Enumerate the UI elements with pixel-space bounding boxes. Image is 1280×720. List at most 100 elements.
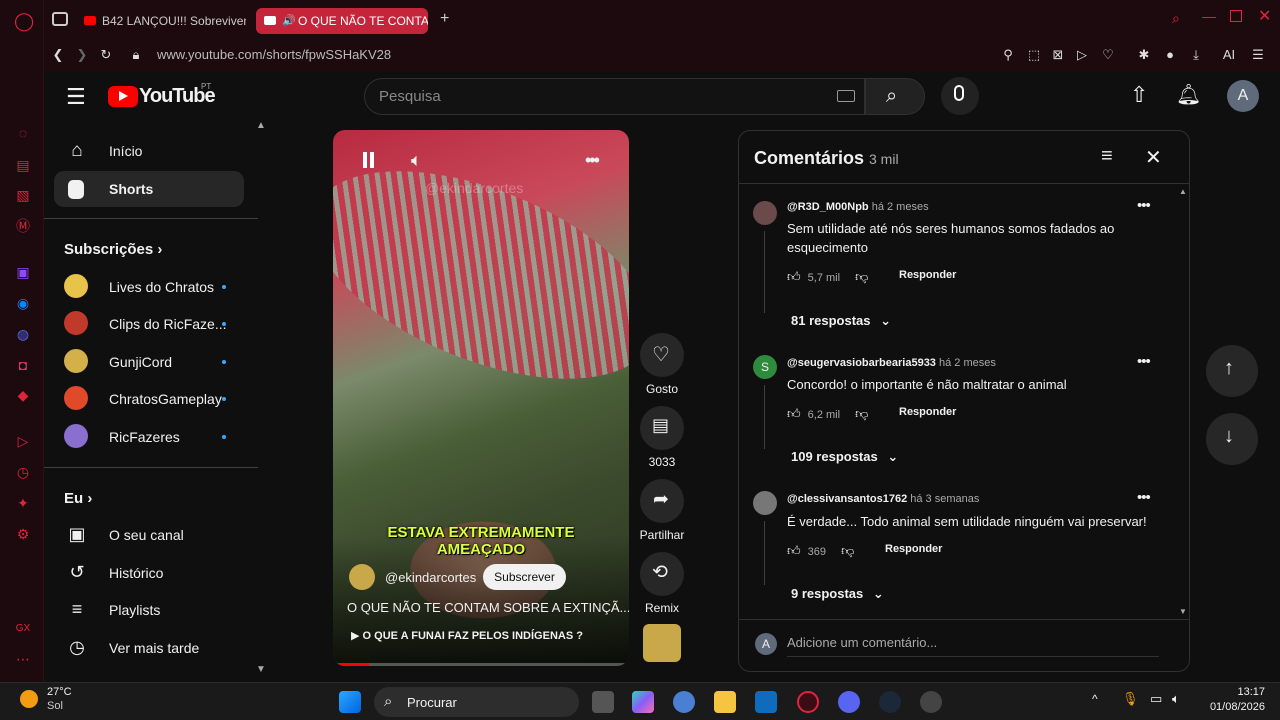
thumbs-down-icon[interactable]: 👎︎ bbox=[855, 406, 868, 421]
close-window-icon[interactable]: ✕ bbox=[1258, 6, 1271, 26]
thumbs-up-icon[interactable]: 👍︎ bbox=[787, 406, 801, 421]
ai-button[interactable]: AI bbox=[1216, 47, 1242, 63]
clock-icon[interactable]: ◷ bbox=[14, 463, 32, 481]
share-button[interactable]: ➦ bbox=[640, 479, 684, 523]
upload-icon[interactable]: ⇧ bbox=[1130, 82, 1148, 108]
voice-search-button[interactable] bbox=[941, 77, 979, 115]
comments-button[interactable]: ▤ bbox=[640, 406, 684, 450]
subscribe-button[interactable]: Subscrever bbox=[483, 564, 566, 590]
sub-item[interactable]: GunjiCord bbox=[54, 344, 244, 380]
weather-temp[interactable]: 27°C bbox=[47, 686, 72, 698]
snapshot-icon[interactable]: ⬚ bbox=[1026, 47, 1042, 63]
sun-icon[interactable] bbox=[20, 690, 38, 708]
short-video[interactable]: 🔈︎ ••• @ekindarcortes ESTAVA EXTREMAMENT… bbox=[333, 130, 629, 666]
youtube-logo-icon[interactable] bbox=[108, 86, 138, 107]
workspaces-icon[interactable] bbox=[52, 12, 68, 26]
scroll-up-icon[interactable]: ▲ bbox=[1179, 187, 1187, 196]
sub-item[interactable]: Lives do Chratos bbox=[54, 269, 244, 305]
reload-icon[interactable]: ↻ bbox=[98, 47, 114, 63]
sub-item[interactable]: RicFazeres bbox=[54, 419, 244, 455]
scroll-down-icon[interactable]: ▼ bbox=[1179, 607, 1187, 616]
nav-shorts[interactable]: Shorts bbox=[54, 171, 244, 207]
profile-icon[interactable]: ● bbox=[1162, 47, 1178, 63]
sort-icon[interactable]: ≡ bbox=[1101, 145, 1113, 168]
account-avatar[interactable]: A bbox=[1227, 80, 1259, 112]
nav-your-channel[interactable]: ▣ O seu canal bbox=[54, 517, 244, 553]
aria-icon[interactable]: ◌ bbox=[14, 124, 32, 142]
player-icon[interactable]: ▷ bbox=[14, 432, 32, 450]
comment-author[interactable]: @R3D_M00Npb há 2 meses bbox=[787, 201, 929, 213]
file-explorer-icon[interactable] bbox=[714, 691, 736, 713]
comment-author[interactable]: @clessivansantos1762 há 3 semanas bbox=[787, 493, 979, 505]
forward-icon[interactable]: ❯ bbox=[74, 47, 90, 63]
extensions-icon[interactable]: ✦ bbox=[14, 494, 32, 512]
reply-button[interactable]: Responder bbox=[885, 543, 942, 555]
maximize-icon[interactable] bbox=[1230, 10, 1242, 22]
gx-icon[interactable]: GX bbox=[14, 620, 32, 638]
app-icon[interactable] bbox=[920, 691, 942, 713]
avatar[interactable] bbox=[753, 491, 777, 515]
reply-button[interactable]: Responder bbox=[899, 406, 956, 418]
twitch-icon[interactable]: ▣ bbox=[14, 263, 32, 281]
add-comment-input[interactable]: Adicione um comentário... bbox=[787, 635, 1159, 657]
audio-thumbnail[interactable] bbox=[643, 624, 681, 662]
instagram-icon[interactable]: ◘ bbox=[14, 356, 32, 374]
close-icon[interactable]: ✕ bbox=[1145, 145, 1162, 170]
m-icon[interactable]: Ⓜ bbox=[14, 217, 32, 235]
thumbs-down-icon[interactable]: 👎︎ bbox=[855, 269, 868, 284]
chevron-up-icon[interactable]: ^ bbox=[1092, 692, 1098, 706]
sub-item[interactable]: ChratosGameplay bbox=[54, 381, 244, 417]
avatar[interactable] bbox=[753, 201, 777, 225]
more-options-icon[interactable]: ••• bbox=[585, 150, 600, 171]
taskbar-search[interactable]: ⌕ Procurar bbox=[374, 687, 579, 717]
comment-menu-icon[interactable]: ••• bbox=[1137, 489, 1151, 506]
discord-icon[interactable] bbox=[838, 691, 860, 713]
clock-date[interactable]: 01/08/2026 bbox=[1196, 701, 1265, 713]
download-icon[interactable]: ⤓ bbox=[1188, 47, 1204, 63]
hamburger-icon[interactable]: ☰ bbox=[66, 84, 86, 110]
nav-history[interactable]: ↺ Histórico bbox=[54, 555, 244, 591]
play-icon[interactable]: ▷ bbox=[1074, 47, 1090, 63]
search-input[interactable]: Pesquisa bbox=[364, 78, 865, 115]
keyboard-icon[interactable] bbox=[837, 90, 855, 102]
reply-button[interactable]: Responder bbox=[899, 269, 956, 281]
short-title[interactable]: O QUE NÃO TE CONTAM SOBRE A EXTINÇÃ... bbox=[347, 600, 629, 615]
task-view-icon[interactable] bbox=[592, 691, 614, 713]
replies-toggle[interactable]: 81 respostas ⌄ bbox=[791, 313, 891, 329]
settings-app-icon[interactable] bbox=[673, 691, 695, 713]
ublock-icon[interactable]: ◆ bbox=[14, 386, 32, 404]
you-header[interactable]: Eu › bbox=[64, 490, 92, 507]
channel-avatar[interactable] bbox=[349, 564, 375, 590]
avatar[interactable]: S bbox=[753, 355, 777, 379]
replies-toggle[interactable]: 109 respostas ⌄ bbox=[791, 449, 898, 465]
url-field[interactable]: www.youtube.com/shorts/fpwSSHaKV28 bbox=[157, 44, 391, 66]
copilot-icon[interactable] bbox=[632, 691, 654, 713]
mic-tray-icon[interactable]: 🎙︎ bbox=[1122, 691, 1139, 707]
settings-icon[interactable]: ⚙ bbox=[14, 525, 32, 543]
nav-playlists[interactable]: ≡ Playlists bbox=[54, 592, 244, 628]
outlook-icon[interactable] bbox=[755, 691, 777, 713]
nav-watch-later[interactable]: ◷ Ver mais tarde bbox=[54, 630, 244, 666]
nav-home[interactable]: ⌂ Início bbox=[54, 133, 244, 169]
thumbs-up-icon[interactable]: 👍︎ bbox=[787, 543, 801, 558]
scroll-up-icon[interactable]: ▲ bbox=[256, 120, 266, 131]
heart-outline-icon[interactable]: ♡ bbox=[1100, 47, 1116, 63]
search-button[interactable]: ⌕ bbox=[865, 78, 925, 115]
discord-icon[interactable]: ◍ bbox=[14, 325, 32, 343]
thumbs-down-icon[interactable]: 👎︎ bbox=[841, 543, 854, 558]
back-icon[interactable]: ❮ bbox=[50, 47, 66, 63]
progress-track[interactable] bbox=[333, 663, 629, 666]
volume-tray-icon[interactable]: 🔈︎ bbox=[1172, 691, 1180, 707]
related-video-link[interactable]: ▶ O QUE A FUNAI FAZ PELOS INDÍGENAS ? bbox=[351, 629, 583, 642]
next-short-button[interactable]: ↓ bbox=[1206, 413, 1258, 465]
notifications-icon[interactable]: 🔔︎ bbox=[1176, 82, 1201, 107]
briefcase-icon[interactable]: ▤ bbox=[14, 156, 32, 174]
tab-b42[interactable]: B42 LANÇOU!!! Sobreviven bbox=[76, 8, 246, 34]
more-icon[interactable]: ⋯ bbox=[14, 650, 32, 668]
opera-logo-icon[interactable]: ◯ bbox=[14, 12, 34, 30]
remix-button[interactable]: ⟲ bbox=[640, 552, 684, 596]
tab-active[interactable]: 🔊 O QUE NÃO TE CONTA bbox=[256, 8, 428, 34]
pause-icon[interactable] bbox=[363, 152, 367, 168]
search-tabs-icon[interactable]: ⌕ bbox=[1172, 10, 1180, 27]
opera-gx-icon[interactable] bbox=[797, 691, 819, 713]
